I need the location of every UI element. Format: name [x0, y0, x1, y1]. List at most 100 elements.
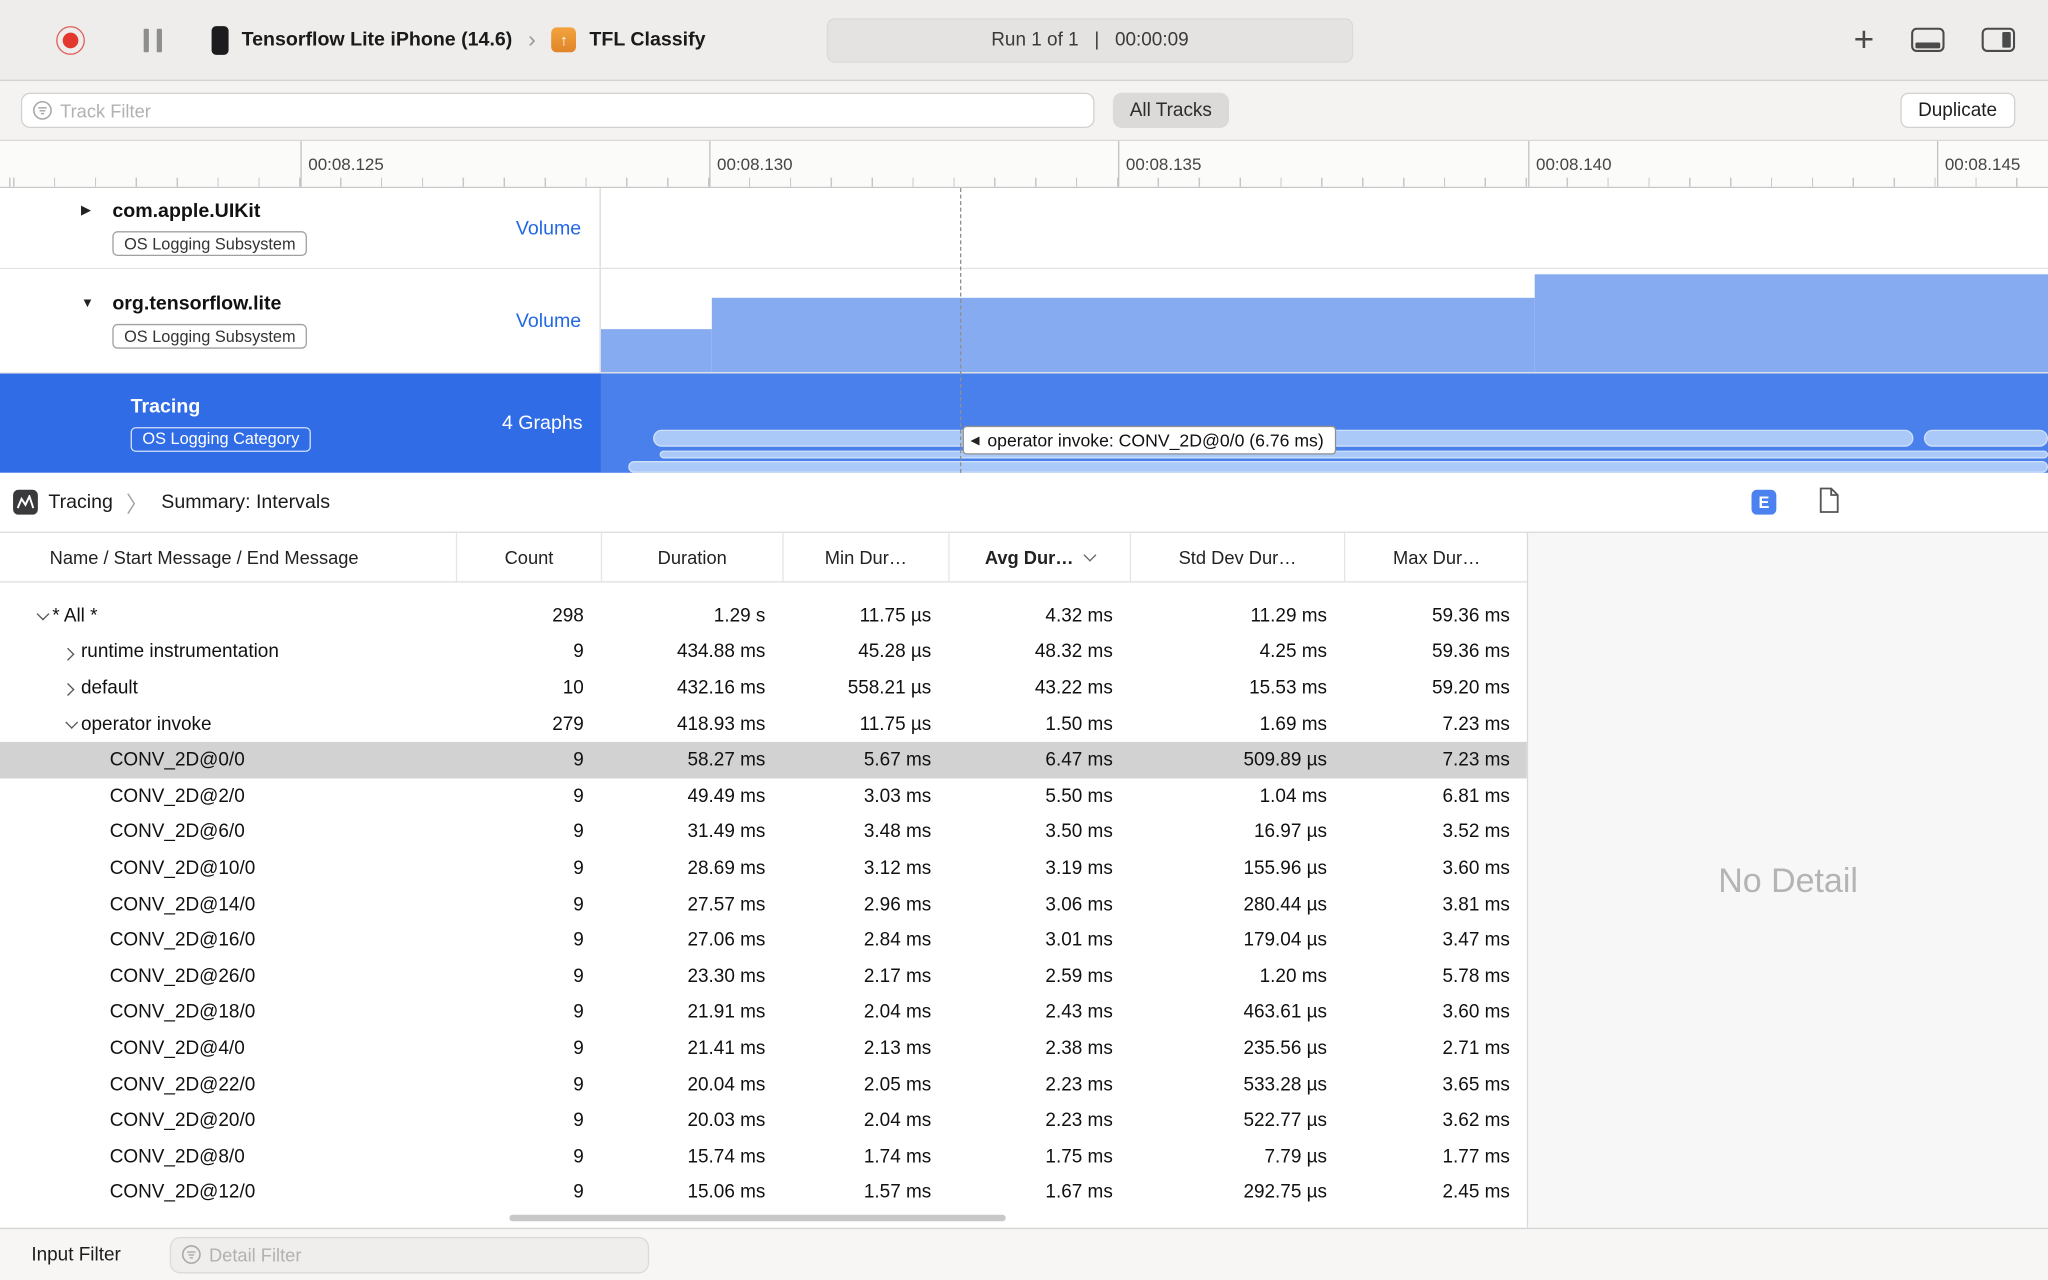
row-name-cell: * All * — [0, 598, 457, 634]
row-name: CONV_2D@26/0 — [109, 966, 256, 988]
column-header-duration[interactable]: Duration — [602, 532, 784, 582]
interval-tooltip: ◀ operator invoke: CONV_2D@0/0 (6.76 ms) — [962, 425, 1337, 455]
row-disclosure[interactable] — [57, 684, 81, 693]
row-count: 9 — [573, 641, 584, 663]
row-count: 9 — [573, 1074, 584, 1096]
track-filter-field[interactable] — [60, 99, 1083, 121]
table-row[interactable]: CONV_2D@8/0 9 15.74 ms 1.74 ms 1.75 ms 7… — [0, 1139, 1527, 1175]
track-meta-label: Volume — [515, 216, 582, 240]
track-name: org.tensorflow.lite — [112, 292, 282, 315]
track-label-uikit[interactable]: ▶ com.apple.UIKit OS Logging Subsystem V… — [0, 188, 601, 268]
table-row[interactable]: CONV_2D@22/0 9 20.04 ms 2.05 ms 2.23 ms … — [0, 1067, 1527, 1103]
interval-span[interactable] — [659, 450, 2048, 459]
row-max-duration: 6.81 ms — [1442, 785, 1510, 807]
all-tracks-button[interactable]: All Tracks — [1112, 92, 1229, 128]
row-stddev-duration: 1.04 ms — [1259, 785, 1328, 807]
pause-button[interactable] — [143, 28, 162, 52]
interval-span[interactable] — [1923, 429, 2048, 447]
column-header-name[interactable]: Name / Start Message / End Message — [0, 532, 458, 582]
table-row[interactable]: runtime instrumentation 9 434.88 ms 45.2… — [0, 634, 1527, 670]
tracing-graph[interactable]: ◀ operator invoke: CONV_2D@0/0 (6.76 ms) — [600, 373, 2048, 473]
column-header-count[interactable]: Count — [457, 532, 603, 582]
duplicate-button[interactable]: Duplicate — [1899, 92, 2016, 128]
record-button[interactable] — [55, 24, 86, 55]
table-row[interactable]: CONV_2D@4/0 9 21.41 ms 2.13 ms 2.38 ms 2… — [0, 1031, 1527, 1067]
bottom-pane-toggle[interactable] — [1911, 27, 1945, 52]
row-duration: 15.06 ms — [687, 1182, 766, 1204]
row-avg-duration: 6.47 ms — [1045, 749, 1113, 771]
document-button[interactable] — [1818, 487, 1839, 517]
column-header-stddev[interactable]: Std Dev Dur… — [1131, 532, 1346, 582]
table-row[interactable]: CONV_2D@16/0 9 27.06 ms 2.84 ms 3.01 ms … — [0, 923, 1527, 959]
column-header-max[interactable]: Max Dur… — [1345, 533, 1527, 581]
table-row[interactable]: CONV_2D@14/0 9 27.57 ms 2.96 ms 3.06 ms … — [0, 887, 1527, 923]
table-row[interactable]: CONV_2D@18/0 9 21.91 ms 2.04 ms 2.43 ms … — [0, 995, 1527, 1031]
track-tensorflow[interactable]: ▼ org.tensorflow.lite OS Logging Subsyst… — [0, 269, 2048, 374]
row-count: 9 — [573, 1002, 584, 1024]
table-row[interactable]: CONV_2D@26/0 9 23.30 ms 2.17 ms 2.59 ms … — [0, 959, 1527, 995]
detail-filter-input[interactable] — [169, 1236, 650, 1273]
row-max-duration: 3.60 ms — [1442, 1002, 1510, 1024]
table-row[interactable]: default 10 432.16 ms 558.21 µs 43.22 ms … — [0, 670, 1527, 706]
track-label-tensorflow[interactable]: ▼ org.tensorflow.lite OS Logging Subsyst… — [0, 269, 601, 373]
uikit-graph[interactable] — [601, 188, 2048, 268]
row-duration: 28.69 ms — [687, 858, 766, 879]
detail-filter-field[interactable] — [208, 1244, 638, 1265]
table-row[interactable]: CONV_2D@12/0 9 15.06 ms 1.57 ms 1.67 ms … — [0, 1175, 1527, 1211]
row-name: default — [80, 677, 138, 699]
track-label-tracing[interactable]: Tracing OS Logging Category 4 Graphs — [0, 374, 601, 473]
track-uikit[interactable]: ▶ com.apple.UIKit OS Logging Subsystem V… — [0, 188, 2048, 270]
row-name: CONV_2D@16/0 — [109, 930, 256, 952]
right-pane-toggle[interactable] — [1981, 27, 2016, 52]
row-name: CONV_2D@4/0 — [109, 1038, 245, 1060]
table-row[interactable]: CONV_2D@10/0 9 28.69 ms 3.12 ms 3.19 ms … — [0, 850, 1527, 886]
row-avg-duration: 2.38 ms — [1045, 1038, 1113, 1060]
row-stddev-duration: 7.79 µs — [1264, 1146, 1328, 1168]
row-avg-duration: 2.59 ms — [1045, 966, 1113, 988]
column-header-min[interactable]: Min Dur… — [784, 532, 950, 582]
row-avg-duration: 1.67 ms — [1045, 1182, 1113, 1204]
breadcrumb-summary-intervals[interactable]: Summary: Intervals — [161, 491, 330, 513]
table-row[interactable]: CONV_2D@6/0 9 31.49 ms 3.48 ms 3.50 ms 1… — [0, 814, 1527, 850]
interval-span[interactable] — [628, 461, 2048, 473]
column-header-avg-sorted[interactable]: Avg Dur… — [950, 532, 1132, 582]
disclosure-right-icon[interactable]: ▶ — [81, 204, 99, 218]
extended-detail-button[interactable]: E — [1751, 489, 1777, 515]
row-max-duration: 3.81 ms — [1442, 894, 1510, 915]
detail-toolbar-icons: E — [1751, 487, 1840, 517]
row-avg-duration: 5.50 ms — [1045, 785, 1113, 807]
row-disclosure[interactable] — [57, 720, 81, 729]
table-row[interactable]: CONV_2D@20/0 9 20.03 ms 2.04 ms 2.23 ms … — [0, 1103, 1527, 1139]
row-min-duration: 558.21 µs — [847, 677, 932, 699]
volume-graph[interactable] — [600, 269, 2048, 373]
table-row[interactable]: CONV_2D@2/0 9 49.49 ms 3.03 ms 5.50 ms 1… — [0, 778, 1527, 814]
row-min-duration: 2.96 ms — [863, 894, 932, 915]
track-tracing-selected[interactable]: Tracing OS Logging Category 4 Graphs ◀ o… — [0, 373, 2048, 473]
row-max-duration: 59.36 ms — [1431, 605, 1510, 627]
row-duration: 1.29 s — [713, 605, 766, 627]
row-name-cell: CONV_2D@2/0 — [0, 778, 457, 814]
target-selector[interactable]: Tensorflow Lite iPhone (14.6) › ↑ TFL Cl… — [211, 25, 706, 55]
row-disclosure[interactable] — [57, 648, 81, 657]
row-min-duration: 2.13 ms — [863, 1038, 932, 1060]
row-disclosure[interactable] — [29, 612, 53, 621]
track-meta-label: Volume — [515, 309, 582, 332]
detail-area: Name / Start Message / End Message Count… — [0, 532, 2048, 1228]
breadcrumb-tracing[interactable]: Tracing — [48, 491, 113, 513]
table-row[interactable]: CONV_2D@0/0 9 58.27 ms 5.67 ms 6.47 ms 5… — [0, 742, 1527, 779]
horizontal-scrollbar[interactable] — [509, 1214, 1006, 1222]
table-row[interactable]: operator invoke 279 418.93 ms 11.75 µs 1… — [0, 706, 1527, 742]
row-name-cell: CONV_2D@10/0 — [0, 850, 457, 886]
row-min-duration: 45.28 µs — [858, 641, 932, 663]
row-max-duration: 3.60 ms — [1442, 858, 1510, 879]
row-min-duration: 11.75 µs — [859, 605, 932, 627]
bottom-filter-bar: Input Filter — [0, 1227, 2048, 1280]
track-filter-input[interactable] — [20, 92, 1095, 128]
table-row[interactable]: * All * 298 1.29 s 11.75 µs 4.32 ms 11.2… — [0, 598, 1527, 634]
disclosure-down-icon[interactable]: ▼ — [81, 296, 99, 310]
row-min-duration: 1.57 ms — [863, 1182, 932, 1204]
add-instrument-button[interactable]: + — [1854, 22, 1875, 57]
row-count: 9 — [573, 858, 584, 879]
playhead[interactable] — [960, 188, 962, 473]
target-app-label: TFL Classify — [589, 28, 706, 51]
